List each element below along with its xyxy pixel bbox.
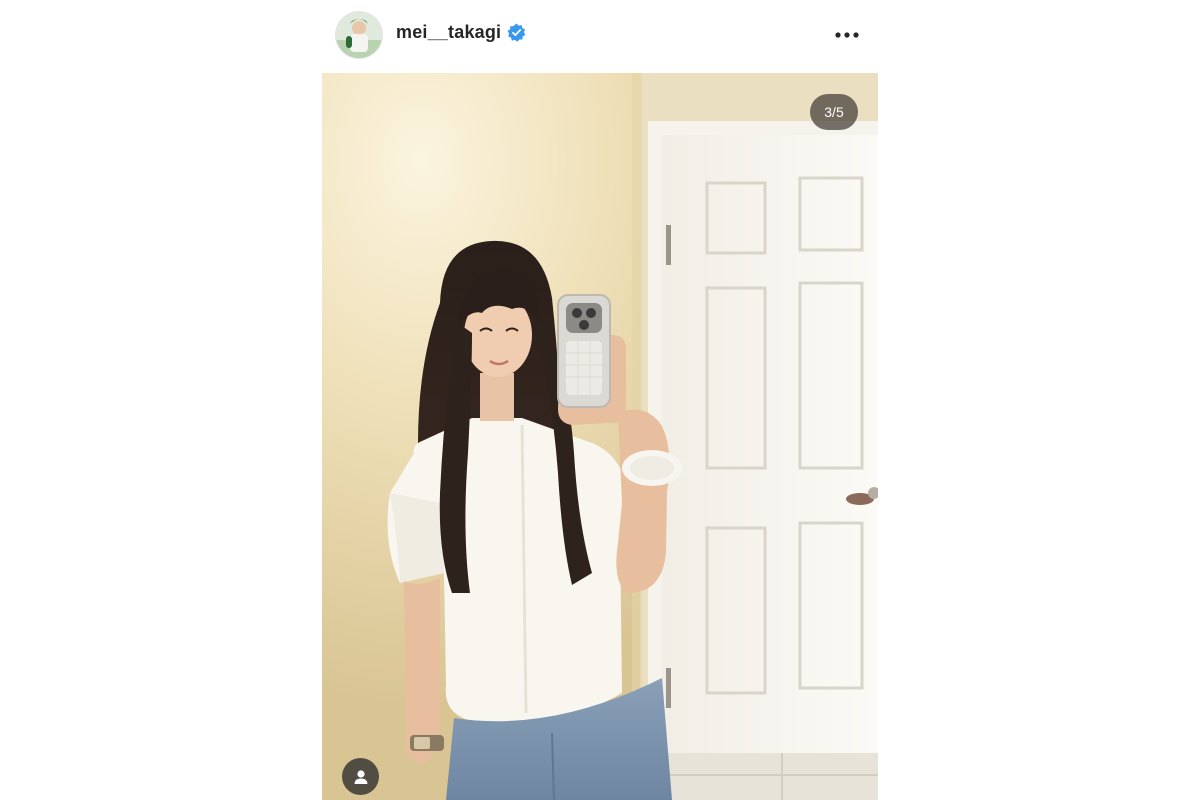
tagged-user-icon[interactable]: [342, 758, 379, 795]
verified-badge-icon: [507, 23, 526, 42]
username-row: mei__takagi: [396, 22, 526, 43]
profile-avatar[interactable]: [336, 12, 382, 58]
post-header: mei__takagi: [322, 0, 878, 73]
carousel-counter: 3/5: [810, 94, 858, 130]
username[interactable]: mei__takagi: [396, 22, 501, 43]
photo-mirror-selfie: [322, 73, 878, 800]
post-media[interactable]: 3/5: [322, 73, 878, 800]
more-options-icon[interactable]: [832, 22, 862, 48]
instagram-post: mei__takagi 3/5: [0, 0, 1200, 800]
